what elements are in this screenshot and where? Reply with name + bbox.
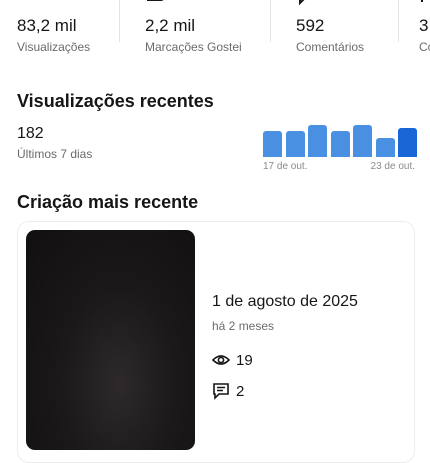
chart-bar [263,131,282,157]
stat-shares-label: Co [419,40,430,54]
latest-creation-title: Criação mais recente [17,192,199,212]
chart-bar [285,131,305,157]
video-thumbnail[interactable] [26,230,195,450]
creation-date: 1 de agosto de 2025 [212,293,358,310]
stat-shares-value: 3 [419,16,429,35]
chart-end-label: 23 de out. [370,161,415,172]
eye-icon [211,351,231,369]
comment-icon [212,382,230,400]
creation-relative-time: há 2 meses [212,319,275,333]
stat-comments-value: 592 [296,16,325,35]
chart-bar [308,125,327,157]
chart-bar [375,138,395,157]
chart-start-label: 17 de out. [263,161,308,172]
stats-divider [398,0,399,42]
creation-comments: 2 [212,381,244,401]
creation-views-value: 19 [236,351,253,369]
comment-icon [296,0,318,6]
share-icon [419,0,430,6]
latest-creation-card[interactable]: 1 de agosto de 2025 há 2 meses 19 2 [17,221,415,463]
stats-divider [270,0,271,42]
stat-likes-value: 2,2 mil [145,16,196,35]
recent-views-title: Visualizações recentes [17,91,214,111]
like-icon [145,0,167,6]
chart-bar [353,125,372,157]
stat-views-label: Visualizações [17,40,91,54]
stat-comments-label: Comentários [296,40,365,54]
recent-views-chart[interactable]: 17 de out. 23 de out. [263,120,417,176]
stats-strip: 83,2 mil Visualizações 2,2 mil Marcações… [0,0,430,60]
chart-bar [398,128,417,157]
recent-views-count: 182 [17,125,44,142]
stat-likes-label: Marcações Gostei [145,40,242,54]
chart-bar [330,131,350,157]
stat-views-value: 83,2 mil [17,16,77,35]
recent-views-period: Últimos 7 dias [17,147,93,161]
stats-divider [119,0,120,42]
eye-icon [17,0,39,6]
creation-comments-value: 2 [236,382,245,400]
creation-views: 19 [211,350,253,370]
